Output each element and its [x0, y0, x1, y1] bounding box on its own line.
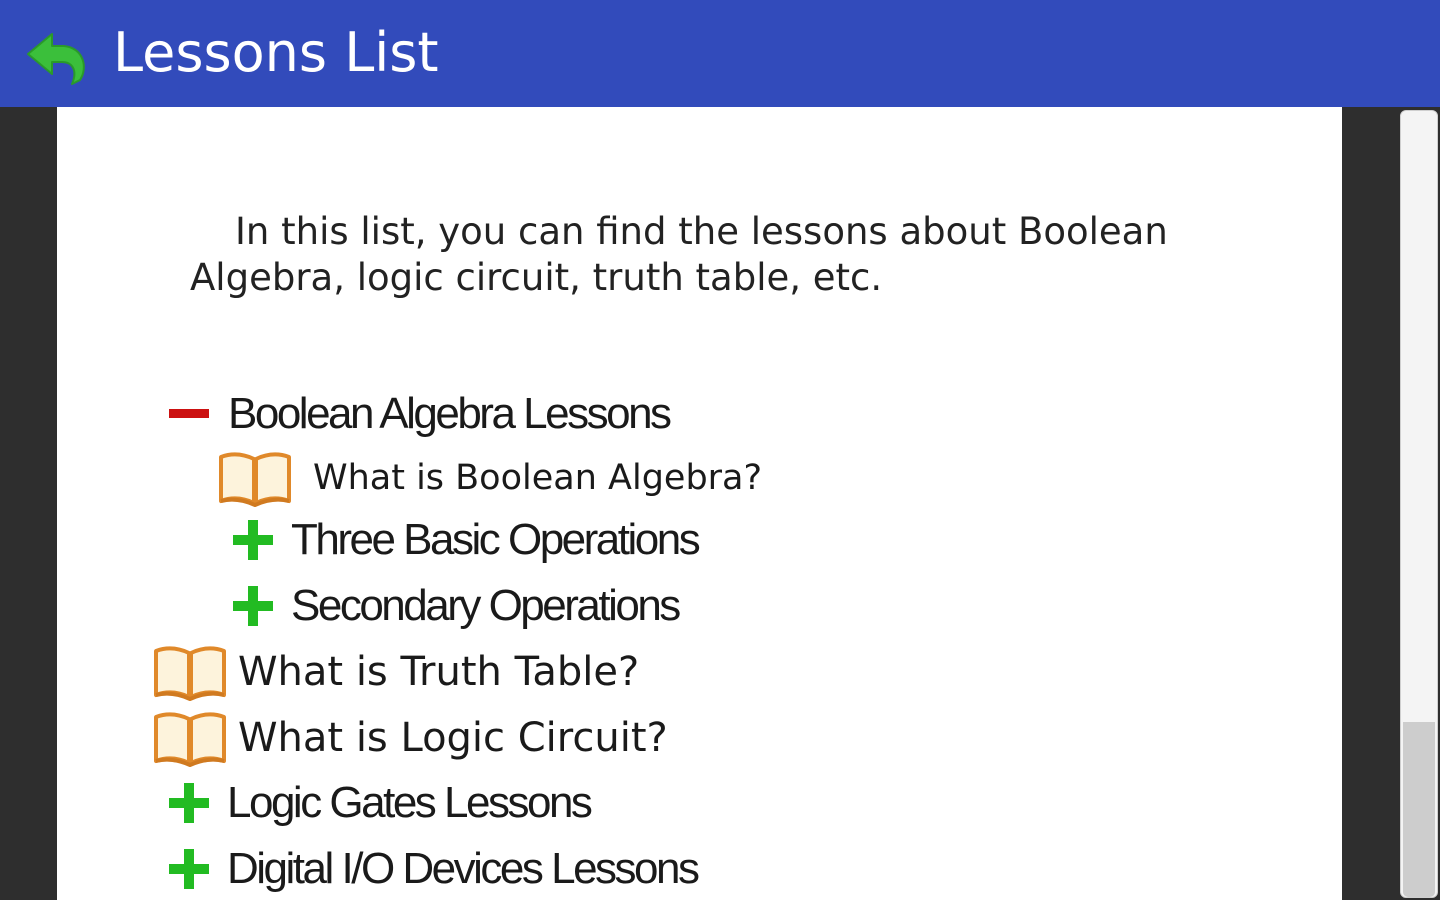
tree-item-label: Logic Gates Lessons: [227, 778, 593, 827]
tree-item-boolean-algebra-lessons[interactable]: Boolean Algebra Lessons: [169, 389, 672, 439]
tree-item-secondary-operations[interactable]: Secondary Operations: [232, 581, 681, 631]
tree-item-label: What is Logic Circuit?: [238, 715, 668, 761]
book-icon: [219, 452, 291, 507]
app-bar: Lessons List: [0, 0, 1440, 107]
book-icon: [154, 712, 226, 767]
tree-item-what-is-boolean-algebra[interactable]: What is Boolean Algebra?: [217, 449, 762, 507]
expand-plus-icon[interactable]: [168, 848, 210, 890]
expand-plus-icon[interactable]: [168, 782, 210, 824]
tree-item-what-is-logic-circuit[interactable]: What is Logic Circuit?: [152, 709, 668, 767]
intro-text: In this list, you can find the lessons a…: [190, 210, 1168, 299]
tree-item-label: What is Boolean Algebra?: [313, 458, 763, 498]
tree-item-label: Three Basic Operations: [291, 515, 701, 564]
back-button[interactable]: [22, 18, 94, 90]
page-title: Lessons List: [113, 21, 439, 84]
scrollbar-thumb[interactable]: [1403, 722, 1435, 897]
tree-item-label: Digital I/O Devices Lessons: [227, 844, 700, 893]
tree-item-label: Secondary Operations: [291, 581, 681, 630]
back-arrow-icon: [27, 33, 85, 85]
book-icon: [154, 646, 226, 701]
tree-item-label: What is Truth Table?: [238, 649, 640, 695]
content-panel: In this list, you can find the lessons a…: [57, 107, 1342, 900]
expand-plus-icon[interactable]: [232, 585, 274, 627]
tree-item-logic-gates-lessons[interactable]: Logic Gates Lessons: [168, 778, 593, 828]
tree-item-three-basic-operations[interactable]: Three Basic Operations: [232, 515, 701, 565]
expand-plus-icon[interactable]: [232, 519, 274, 561]
collapse-minus-icon[interactable]: [169, 406, 211, 422]
tree-item-label: Boolean Algebra Lessons: [228, 389, 672, 438]
left-gutter: [0, 107, 57, 900]
tree-item-what-is-truth-table[interactable]: What is Truth Table?: [152, 643, 639, 701]
tree-item-digital-io-devices-lessons[interactable]: Digital I/O Devices Lessons: [168, 844, 700, 894]
